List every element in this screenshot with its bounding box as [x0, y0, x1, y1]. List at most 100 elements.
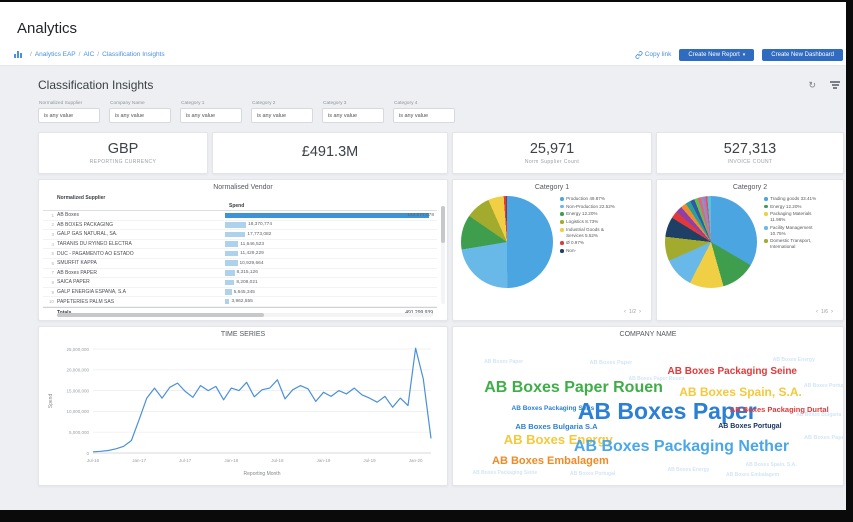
legend-item[interactable]: Energy 12.20%	[764, 204, 826, 210]
copy-link-button[interactable]: Copy link	[635, 50, 671, 59]
spend-bar[interactable]	[225, 212, 429, 219]
table-row[interactable]: 9 GALP ENERGIA ESPAÑA, S.A 5,645,345	[43, 288, 437, 298]
wordcloud-word[interactable]: AB Boxes Embalagem	[492, 456, 609, 467]
legend-next-button[interactable]: ›	[639, 309, 641, 315]
wordcloud-word[interactable]: AB Boxes Embalagem	[726, 473, 779, 478]
legend-item[interactable]: Energy 12.20%	[560, 211, 622, 217]
refresh-icon[interactable]: ↻	[808, 80, 816, 91]
category2-pie-chart[interactable]	[665, 196, 757, 288]
supplier-name: AB BOXES PACKAGING	[57, 221, 114, 228]
legend-prev-button[interactable]: ‹	[816, 309, 818, 315]
row-index: 8	[51, 279, 54, 285]
spend-bar[interactable]	[225, 260, 238, 267]
legend-item[interactable]: Trading goods 33.41%	[764, 196, 826, 202]
table-row[interactable]: 3 GALP GÁS NATURAL, SA. 17,773,082	[43, 230, 437, 240]
filter-value-dropdown[interactable]: is any value	[251, 108, 313, 123]
tile-title: COMPANY NAME	[619, 331, 677, 338]
create-new-report-button[interactable]: Create New Report ▾	[679, 48, 755, 61]
kpi-value: 527,313	[723, 140, 777, 157]
spend-cell: 8,208,021	[225, 278, 437, 287]
filter-value-dropdown[interactable]: is any value	[322, 108, 384, 123]
wordcloud-word[interactable]: AB Boxes Energy	[668, 467, 710, 473]
breadcrumb-link-aic[interactable]: AIC	[83, 51, 94, 58]
wordcloud-word[interactable]: AB Boxes Bulgaria S.A	[796, 413, 843, 418]
spend-bar[interactable]	[225, 222, 246, 228]
svg-text:Reporting Month: Reporting Month	[244, 471, 281, 477]
table-row[interactable]: 4 TARANIS DU RYINEO ELECTRA 11,646,523	[43, 240, 437, 250]
spend-bar[interactable]	[225, 270, 235, 276]
wordcloud-word[interactable]: AB Boxes Paper Rouen	[629, 377, 685, 382]
filter-bar: Normalized Supplier is any value Company…	[38, 101, 853, 123]
legend-item[interactable]: Ø 0.97%	[560, 240, 622, 246]
scrollbar-thumb[interactable]	[57, 313, 264, 317]
vertical-scrollbar[interactable]	[441, 206, 445, 304]
wordcloud-word[interactable]: AB Boxes Spain, S.A.	[679, 386, 802, 398]
wordcloud-word[interactable]: AB Boxes Packaging Seine	[668, 366, 798, 377]
legend-next-button[interactable]: ›	[831, 309, 833, 315]
legend-item[interactable]: Production 49.87%	[560, 196, 622, 202]
spend-bar[interactable]	[225, 279, 235, 286]
wordcloud-word[interactable]: AB Boxes Packaging Nether	[574, 438, 789, 455]
time-series-chart[interactable]: 0 5,000,000 10,000,000 15,000,000 20,000,000…	[43, 341, 443, 479]
middle-row: Normalised Vendor Normalized Supplier Sp…	[38, 179, 844, 321]
column-header-supplier[interactable]: Normalized Supplier	[57, 195, 105, 201]
row-index: 4	[51, 241, 54, 247]
wordcloud-word[interactable]: AB Boxes Paper	[590, 361, 633, 367]
table-row[interactable]: 6 SMURFIT KAPPA 10,929,664	[43, 259, 437, 269]
spend-bar[interactable]	[225, 250, 239, 257]
legend-item[interactable]: Facility Management 10.75%	[764, 225, 826, 236]
filter-value-dropdown[interactable]: is any value	[38, 108, 100, 123]
wordcloud-word[interactable]: AB Boxes Portugal	[570, 472, 615, 477]
breadcrumb-link-analytics-eap[interactable]: Analytics EAP	[35, 51, 76, 58]
row-index: 7	[51, 270, 54, 276]
kpi-total-spend: £491.3M	[212, 132, 448, 174]
legend-item[interactable]: Non-	[560, 248, 622, 254]
legend-item[interactable]: Packaging Materials 11.96%	[764, 211, 826, 222]
spend-bar[interactable]	[225, 231, 246, 238]
wordcloud-word[interactable]: AB Boxes Paper	[484, 359, 523, 365]
wordcloud-word[interactable]: AB Boxes Energy	[773, 358, 815, 363]
wordcloud-word[interactable]: AB Boxes Spain, S.A.	[746, 463, 797, 468]
legend-item[interactable]: Industrial Goods & Services 5.52%	[560, 227, 622, 238]
legend-pager: ‹ 1/2 ›	[624, 309, 641, 315]
app-header: Analytics	[0, 2, 853, 44]
wordcloud-word[interactable]: AB Boxes Bulgaria S.A	[515, 423, 597, 431]
legend-item[interactable]: Domestic Transport, International	[764, 238, 826, 249]
spend-bar[interactable]	[225, 298, 230, 305]
spend-bar[interactable]	[225, 289, 232, 295]
spend-cell: 10,929,664	[225, 259, 437, 268]
legend-item[interactable]: Non-Production 22.52%	[560, 204, 622, 210]
category1-legend: Production 49.87% Non-Production 22.52% En…	[560, 196, 622, 288]
wordcloud-word[interactable]: AB Boxes Packaging Seine	[473, 470, 538, 476]
supplier-name: AB Boxes PAPER	[57, 269, 97, 276]
wordcloud-word[interactable]: AB Boxes Paper	[804, 436, 843, 442]
table-row[interactable]: 1 AB Boxes 144,077,078	[43, 211, 437, 221]
time-series-tile: TIME SERIES 0 5,000,000 10,000,000 15,000,0…	[38, 326, 448, 486]
table-row[interactable]: 8 SAICA PAPER 8,208,021	[43, 278, 437, 288]
svg-text:Jan-19: Jan-19	[317, 458, 331, 463]
table-row[interactable]: 2 AB BOXES PACKAGING 18,370,774	[43, 221, 437, 231]
table-row[interactable]: 5 DUC - PAGAMENTO AO ESTADO 11,429,229	[43, 249, 437, 259]
create-new-dashboard-button[interactable]: Create New Dashboard	[762, 48, 843, 61]
breadcrumb-link-classification-insights[interactable]: Classification Insights	[102, 51, 165, 58]
scrollbar-thumb[interactable]	[441, 206, 445, 244]
spend-bar[interactable]	[225, 241, 239, 247]
supplier-name: AB Boxes	[57, 212, 79, 219]
column-header-spend[interactable]: Spend	[229, 203, 244, 209]
table-row[interactable]: 7 AB Boxes PAPER 8,315,126	[43, 269, 437, 279]
filter-value-dropdown[interactable]: is any value	[393, 108, 455, 123]
category1-pie-chart[interactable]	[461, 196, 553, 288]
bottom-row: TIME SERIES 0 5,000,000 10,000,000 15,000,0…	[38, 326, 844, 486]
filter-value-dropdown[interactable]: is any value	[180, 108, 242, 123]
legend-prev-button[interactable]: ‹	[624, 309, 626, 315]
filter-value-dropdown[interactable]: is any value	[109, 108, 171, 123]
spend-value: 18,370,774	[247, 222, 272, 228]
bar-chart-icon[interactable]	[14, 51, 22, 58]
wordcloud-word[interactable]: AB Boxes Paper Rouen	[484, 379, 663, 396]
wordcloud-word[interactable]: AB Boxes Portugal	[804, 384, 843, 389]
horizontal-scrollbar[interactable]	[57, 313, 433, 317]
wordcloud-word[interactable]: AB Boxes Portugal	[718, 423, 781, 430]
legend-item[interactable]: Logistics 8.73%	[560, 219, 622, 225]
table-row[interactable]: 10 PAPETERIES PALM SAS 3,962,555	[43, 297, 437, 307]
filter-icon[interactable]	[830, 81, 840, 89]
